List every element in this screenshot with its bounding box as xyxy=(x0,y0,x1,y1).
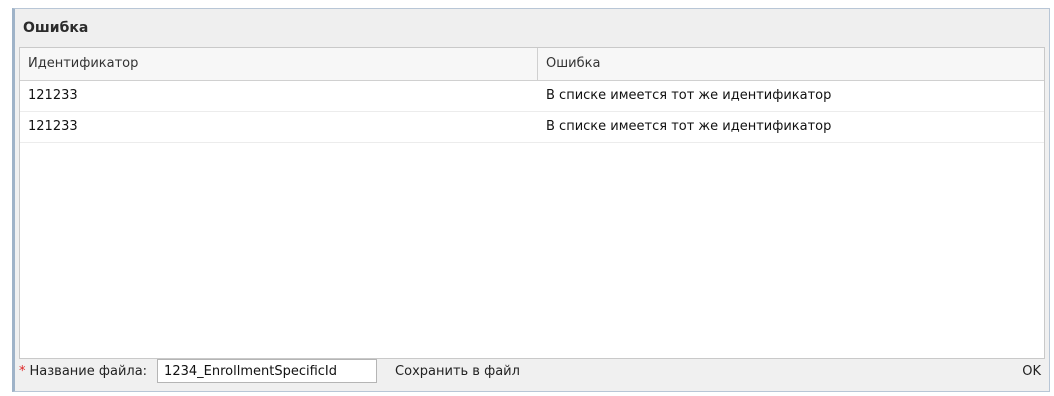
grid-header: Идентификатор Ошибка xyxy=(20,48,1044,81)
error-dialog: Ошибка Идентификатор Ошибка 121233 В спи… xyxy=(12,8,1050,392)
dialog-title: Ошибка xyxy=(15,9,1049,47)
error-grid: Идентификатор Ошибка 121233 В списке име… xyxy=(19,47,1045,359)
dialog-footer: * Название файла: Сохранить в файл OK xyxy=(19,357,1045,385)
column-header-identifier[interactable]: Идентификатор xyxy=(20,48,538,80)
cell-error: В списке имеется тот же идентификатор xyxy=(546,119,832,134)
column-header-error[interactable]: Ошибка xyxy=(538,48,1044,80)
required-mark: * xyxy=(19,363,26,379)
table-row[interactable]: 121233 В списке имеется тот же идентифик… xyxy=(20,81,1044,112)
cell-identifier: 121233 xyxy=(28,88,78,103)
filename-input[interactable] xyxy=(157,359,378,383)
cell-error: В списке имеется тот же идентификатор xyxy=(546,88,832,103)
ok-button[interactable]: OK xyxy=(1022,364,1041,379)
cell-identifier: 121233 xyxy=(28,119,78,134)
table-row[interactable]: 121233 В списке имеется тот же идентифик… xyxy=(20,112,1044,143)
save-to-file-button[interactable]: Сохранить в файл xyxy=(395,364,520,379)
filename-label: Название файла: xyxy=(29,363,148,379)
